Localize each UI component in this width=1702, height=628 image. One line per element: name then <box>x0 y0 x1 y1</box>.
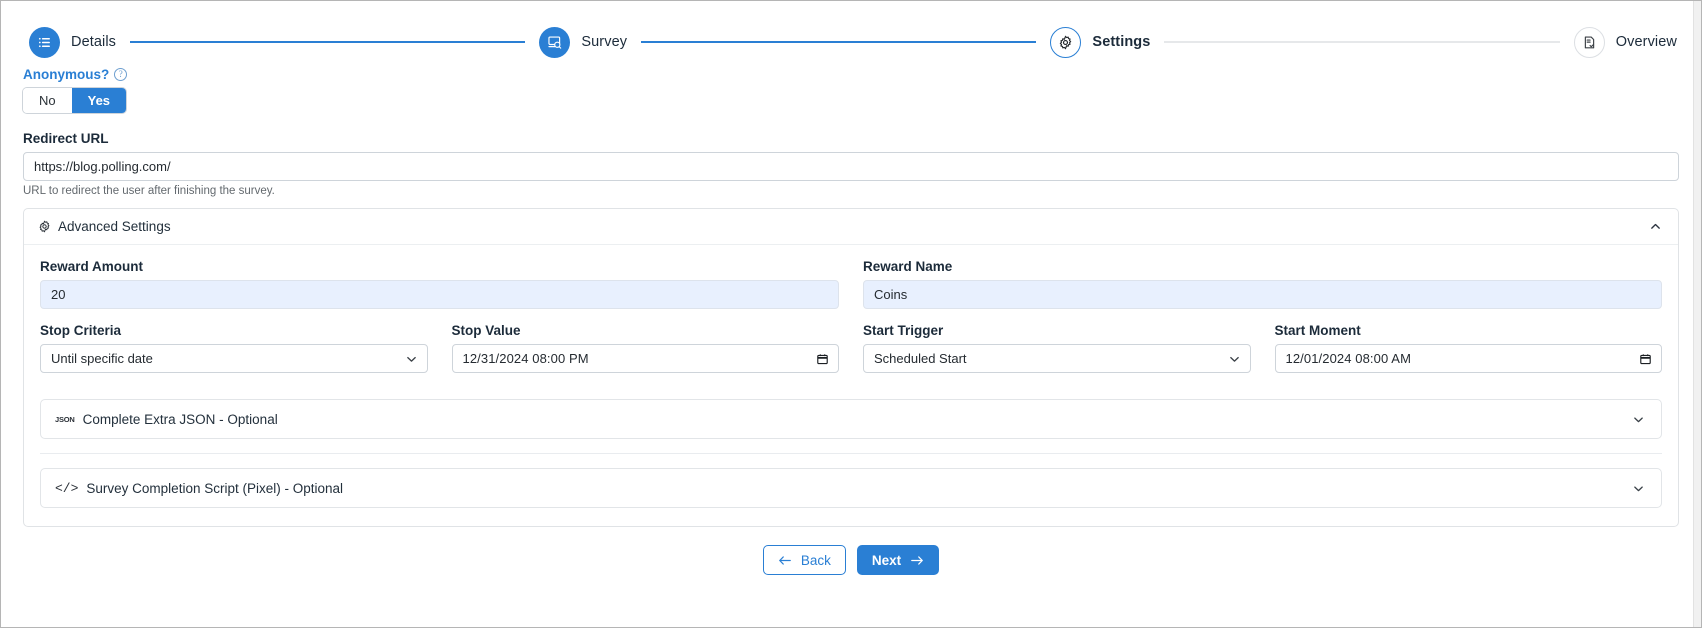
reward-name-label: Reward Name <box>863 259 953 274</box>
step-details[interactable]: Details <box>29 26 117 58</box>
next-button-label: Next <box>871 552 902 568</box>
reward-amount-input[interactable] <box>40 280 839 309</box>
step-label-overview: Overview <box>1615 34 1677 50</box>
back-button[interactable]: Back <box>762 545 846 575</box>
stepper-connector-2 <box>641 41 1037 43</box>
redirect-url-hint: URL to redirect the user after finishing… <box>23 185 275 197</box>
step-label-survey: Survey <box>581 34 628 50</box>
list-icon <box>29 26 60 58</box>
start-trigger-select[interactable] <box>863 344 1251 373</box>
start-moment-datetime-input[interactable] <box>1274 344 1662 373</box>
extra-json-label: Complete Extra JSON - Optional <box>82 411 278 427</box>
advanced-settings-header[interactable]: Advanced Settings <box>24 209 1678 245</box>
start-moment-label: Start Moment <box>1274 323 1361 338</box>
stepper-connector-1 <box>130 41 526 43</box>
back-button-label: Back <box>800 552 831 568</box>
arrow-right-icon <box>910 555 924 566</box>
stop-criteria-field: Stop Criteria <box>40 323 428 373</box>
gear-icon <box>38 220 51 233</box>
json-icon: JSON <box>55 414 75 424</box>
step-survey[interactable]: Survey <box>539 26 628 58</box>
start-moment-field: Start Moment <box>1274 323 1662 373</box>
gear-icon <box>1050 26 1082 58</box>
document-check-icon <box>1573 26 1605 58</box>
help-circle-icon[interactable]: ? <box>114 68 128 81</box>
pixel-script-label: Survey Completion Script (Pixel) - Optio… <box>86 480 343 496</box>
pixel-script-accordion[interactable]: </> Survey Completion Script (Pixel) - O… <box>40 468 1662 508</box>
advanced-settings-title: Advanced Settings <box>58 219 171 234</box>
extra-json-accordion[interactable]: JSON Complete Extra JSON - Optional <box>40 399 1662 439</box>
reward-amount-field: Reward Amount <box>40 259 839 309</box>
start-trigger-label: Start Trigger <box>863 323 944 338</box>
reward-amount-label: Reward Amount <box>40 259 144 274</box>
stop-value-datetime-input[interactable] <box>451 344 839 373</box>
step-settings[interactable]: Settings <box>1050 26 1151 58</box>
step-label-settings: Settings <box>1092 34 1151 50</box>
reward-name-input[interactable] <box>863 280 1662 309</box>
reward-row: Reward Amount Reward Name <box>40 259 1662 309</box>
step-overview[interactable]: Overview <box>1573 26 1677 58</box>
anonymous-toggle-group[interactable]: No Yes <box>23 88 127 113</box>
window-scrollbar[interactable] <box>1693 1 1701 627</box>
survey-icon <box>539 26 571 58</box>
anonymous-label-text: Anonymous? <box>23 67 110 82</box>
reward-name-field: Reward Name <box>863 259 1662 309</box>
stop-value-field: Stop Value <box>451 323 839 373</box>
stop-criteria-select[interactable] <box>40 344 428 373</box>
arrow-left-icon <box>778 555 792 566</box>
stop-criteria-label: Stop Criteria <box>40 323 122 338</box>
settings-form: Anonymous? ? No Yes Redirect URL URL to … <box>1 67 1701 627</box>
wizard-footer: Back Next <box>23 545 1679 575</box>
wizard-stepper: Details Survey Settings Overview <box>1 17 1701 67</box>
code-icon: </> <box>55 480 79 496</box>
stop-value-label: Stop Value <box>451 323 521 338</box>
next-button[interactable]: Next <box>856 545 940 575</box>
redirect-url-input[interactable] <box>23 152 1679 181</box>
chevron-down-icon[interactable] <box>1632 413 1645 426</box>
accordion-divider <box>40 453 1662 454</box>
schedule-row: Stop Criteria Stop Value <box>40 323 1662 373</box>
redirect-url-label: Redirect URL <box>23 131 109 146</box>
anonymous-option-no[interactable]: No <box>23 88 72 113</box>
step-label-details: Details <box>71 34 117 50</box>
start-trigger-field: Start Trigger <box>863 323 1251 373</box>
anonymous-label: Anonymous? ? <box>23 67 1679 82</box>
chevron-down-icon[interactable] <box>1632 482 1645 495</box>
stepper-connector-3 <box>1164 41 1560 43</box>
anonymous-option-yes[interactable]: Yes <box>71 88 127 113</box>
chevron-up-icon[interactable] <box>1649 220 1662 233</box>
advanced-settings-panel: Advanced Settings Reward Amount Re <box>23 208 1679 527</box>
wizard-window: Details Survey Settings Overview Anonymo… <box>0 0 1702 628</box>
